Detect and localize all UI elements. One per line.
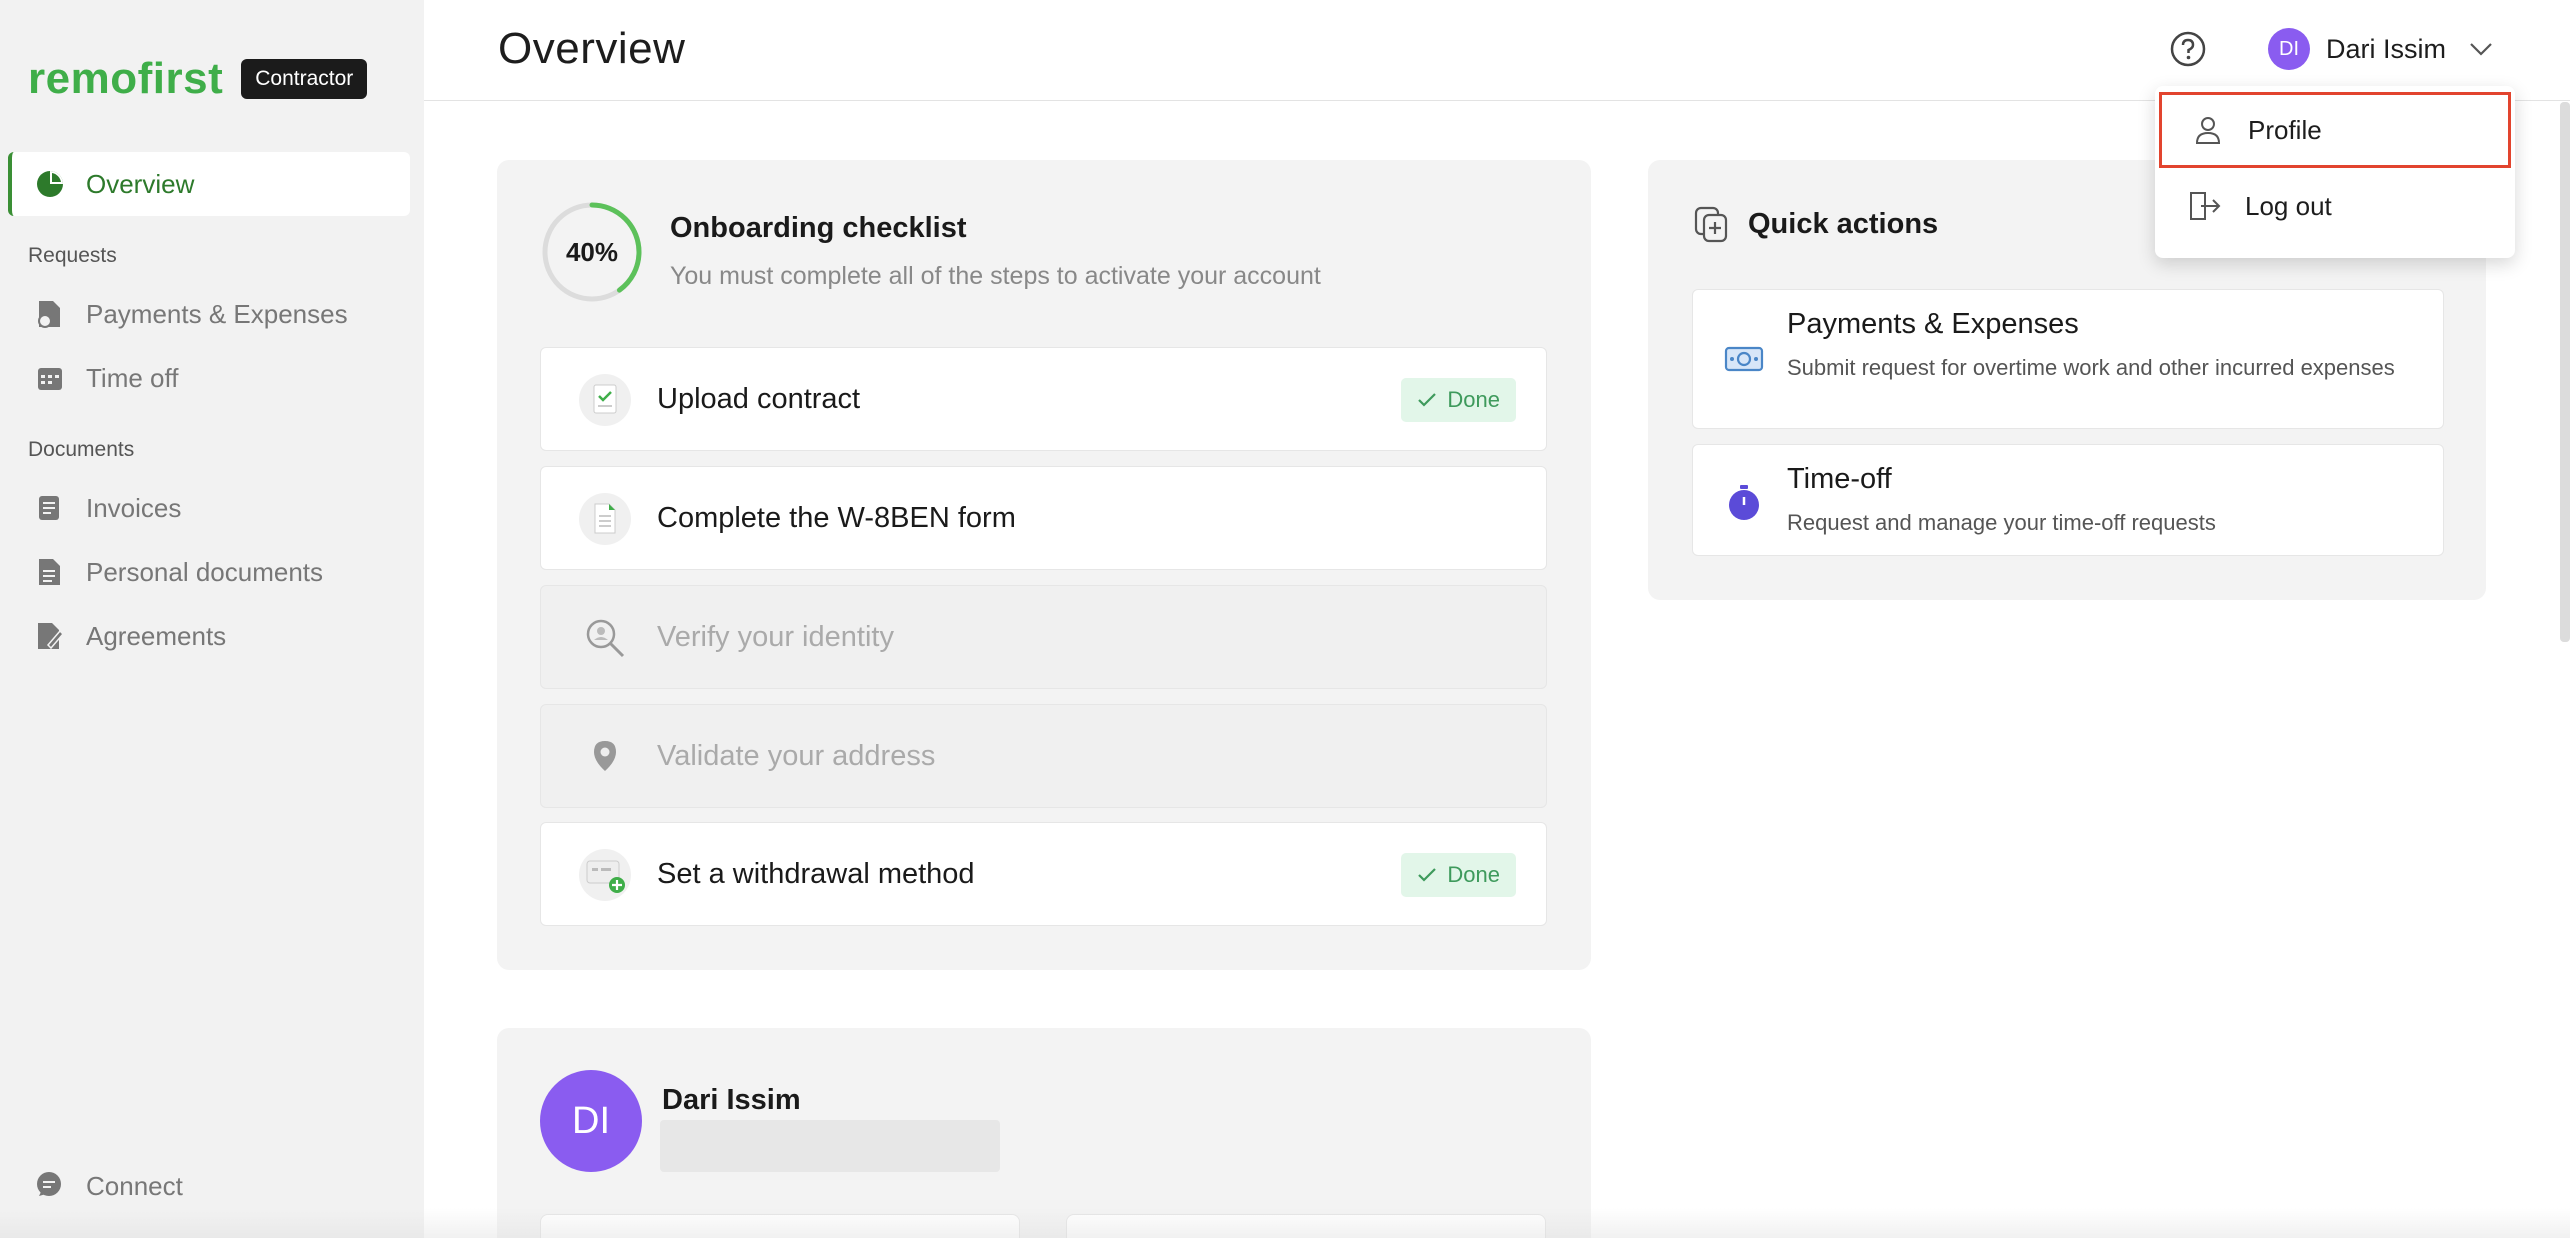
connect-label: Connect [86,1170,183,1201]
magnifier-icon [579,612,631,664]
profile-label: Profile [2248,114,2322,145]
logout-menu-item[interactable]: Log out [2159,168,2511,244]
agreement-icon [34,620,66,652]
help-icon[interactable] [2169,30,2207,68]
step-upload-contract[interactable]: Upload contract Done [540,347,1547,451]
profile-placeholder [660,1120,1000,1172]
sidebar: remofirst Contractor Overview Requests P… [0,0,424,1238]
profile-menu-item[interactable]: Profile [2159,92,2511,168]
quick-action-desc: Request and manage your time-off request… [1787,510,2216,535]
bottom-fade [0,1208,2570,1238]
user-menu-trigger[interactable]: DI Dari Issim [2268,28,2494,70]
sidebar-item-label: Time off [86,362,179,393]
checklist-subtitle: You must complete all of the steps to ac… [670,262,1321,290]
step-label: Upload contract [657,382,861,415]
avatar: DI [2268,28,2310,70]
page-title: Overview [498,24,686,73]
logo-text: remofirst [28,54,224,103]
step-label: Verify your identity [657,620,894,653]
money-icon [1723,338,1765,380]
quick-action-desc: Submit request for overtime work and oth… [1787,355,2395,380]
done-label: Done [1447,387,1500,412]
location-pin-icon [579,731,631,783]
quick-action-time-off[interactable]: Time-off Request and manage your time-of… [1692,444,2444,556]
step-verify-identity: Verify your identity [540,585,1547,689]
payments-icon [34,298,66,330]
user-name: Dari Issim [2326,33,2446,64]
chevron-down-icon [2468,36,2494,62]
contract-icon [579,374,631,426]
pie-chart-icon [34,168,66,200]
sidebar-item-payments[interactable]: Payments & Expenses [8,282,410,346]
sidebar-item-invoices[interactable]: Invoices [8,476,410,540]
profile-avatar: DI [540,1070,642,1172]
quick-action-title: Time-off [1787,463,1892,495]
documents-section-title: Documents [28,438,135,461]
logout-icon [2187,188,2223,224]
quick-action-title: Payments & Expenses [1787,308,2079,340]
quick-actions-title: Quick actions [1748,208,1939,240]
logo[interactable]: remofirst Contractor [28,54,368,104]
bank-card-icon [579,849,631,901]
user-icon [2190,112,2226,148]
form-icon [579,493,631,545]
quick-action-payments[interactable]: Payments & Expenses Submit request for o… [1692,289,2444,429]
sidebar-item-label: Agreements [86,620,227,651]
chat-icon [34,1170,66,1202]
done-badge: Done [1401,853,1516,897]
quick-actions-icon [1692,204,1732,244]
sidebar-item-label: Overview [86,168,195,199]
done-badge: Done [1401,378,1516,422]
step-label: Complete the W-8BEN form [657,501,1016,534]
checklist-title: Onboarding checklist [670,212,967,244]
sidebar-item-personal-documents[interactable]: Personal documents [8,540,410,604]
check-icon [1418,868,1437,882]
step-label: Validate your address [657,739,936,772]
sidebar-item-agreements[interactable]: Agreements [8,604,410,668]
sidebar-item-label: Payments & Expenses [86,298,348,329]
step-validate-address: Validate your address [540,704,1547,808]
step-label: Set a withdrawal method [657,857,975,890]
stopwatch-icon [1723,481,1765,523]
invoice-icon [34,492,66,524]
check-icon [1418,393,1437,407]
step-withdrawal-method[interactable]: Set a withdrawal method Done [540,822,1547,926]
connect-button[interactable]: Connect [34,1170,183,1202]
done-label: Done [1447,862,1500,887]
document-icon [34,556,66,588]
sidebar-item-time-off[interactable]: Time off [8,346,410,410]
sidebar-item-label: Personal documents [86,556,324,587]
scrollbar[interactable] [2560,102,2570,642]
sidebar-item-label: Invoices [86,492,182,523]
profile-name: Dari Issim [662,1084,801,1116]
user-dropdown-menu: Profile Log out [2155,86,2515,258]
requests-section-title: Requests [28,244,117,267]
sidebar-item-overview[interactable]: Overview [8,152,410,216]
calendar-icon [34,362,66,394]
step-w8ben-form[interactable]: Complete the W-8BEN form [540,466,1547,570]
logout-label: Log out [2245,190,2332,221]
contractor-badge: Contractor [241,59,368,99]
progress-percent: 40% [565,236,619,267]
